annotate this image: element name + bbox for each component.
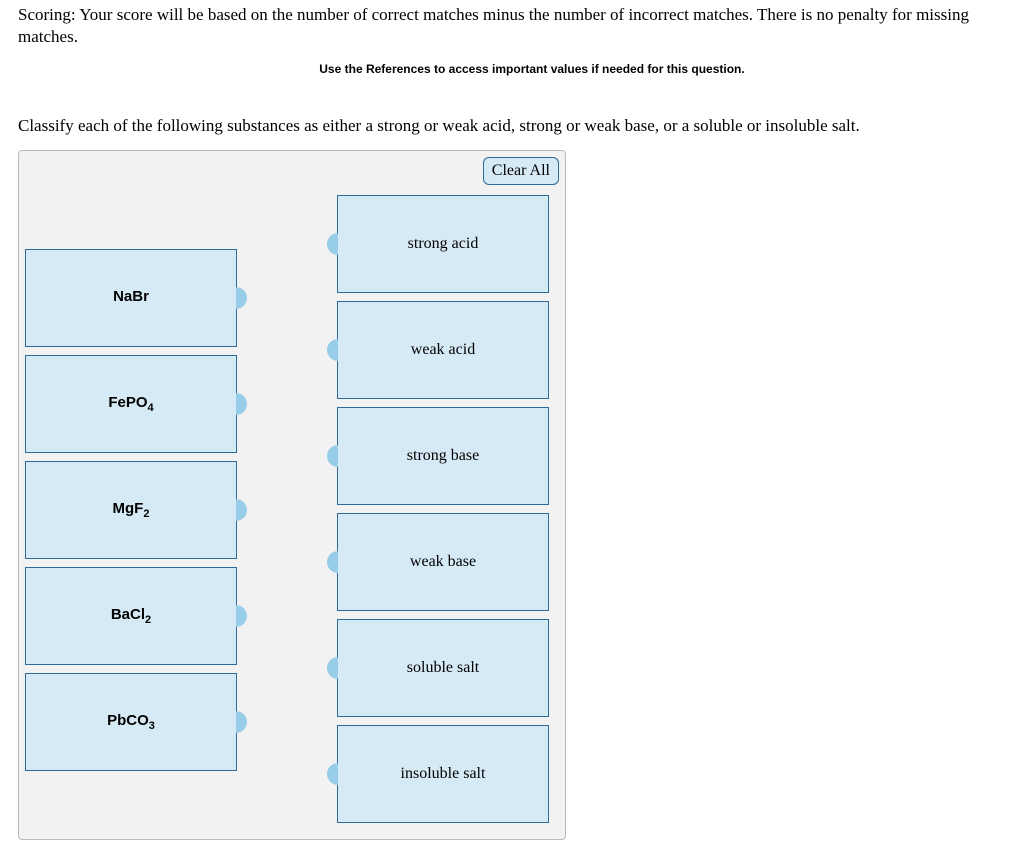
substance-label: PbCO3 [107, 712, 155, 732]
question-text: Classify each of the following substance… [18, 116, 1006, 136]
substance-nabr[interactable]: NaBr [25, 249, 237, 347]
clear-all-button[interactable]: Clear All [483, 157, 559, 185]
substance-fepo4[interactable]: FePO4 [25, 355, 237, 453]
category-weak-base[interactable]: weak base [337, 513, 549, 611]
category-label: insoluble salt [401, 765, 486, 783]
substance-label: FePO4 [108, 394, 153, 414]
substance-label: BaCl2 [111, 606, 151, 626]
connector-right-icon[interactable] [225, 605, 247, 627]
substance-mgf2[interactable]: MgF2 [25, 461, 237, 559]
connector-left-icon[interactable] [327, 551, 349, 573]
connector-right-icon[interactable] [225, 393, 247, 415]
category-label: weak base [410, 553, 476, 571]
substance-bacl2[interactable]: BaCl2 [25, 567, 237, 665]
connector-right-icon[interactable] [225, 711, 247, 733]
substance-label: MgF2 [113, 500, 150, 520]
substance-label: NaBr [113, 288, 149, 308]
connector-left-icon[interactable] [327, 657, 349, 679]
substance-pbco3[interactable]: PbCO3 [25, 673, 237, 771]
category-soluble-salt[interactable]: soluble salt [337, 619, 549, 717]
connector-right-icon[interactable] [225, 287, 247, 309]
connector-left-icon[interactable] [327, 339, 349, 361]
connector-left-icon[interactable] [327, 445, 349, 467]
category-strong-acid[interactable]: strong acid [337, 195, 549, 293]
category-weak-acid[interactable]: weak acid [337, 301, 549, 399]
category-strong-base[interactable]: strong base [337, 407, 549, 505]
matching-panel: Clear All NaBr FePO4 MgF2 [18, 150, 566, 840]
category-label: strong base [407, 447, 479, 465]
category-label: strong acid [408, 235, 479, 253]
references-hint: Use the References to access important v… [58, 62, 1006, 76]
connector-left-icon[interactable] [327, 233, 349, 255]
connector-left-icon[interactable] [327, 763, 349, 785]
scoring-text: Scoring: Your score will be based on the… [18, 4, 1006, 48]
connector-right-icon[interactable] [225, 499, 247, 521]
category-label: weak acid [411, 341, 475, 359]
category-label: soluble salt [407, 659, 479, 677]
substances-column: NaBr FePO4 MgF2 [25, 249, 237, 771]
categories-column: strong acid weak acid strong base weak b… [337, 195, 549, 823]
category-insoluble-salt[interactable]: insoluble salt [337, 725, 549, 823]
